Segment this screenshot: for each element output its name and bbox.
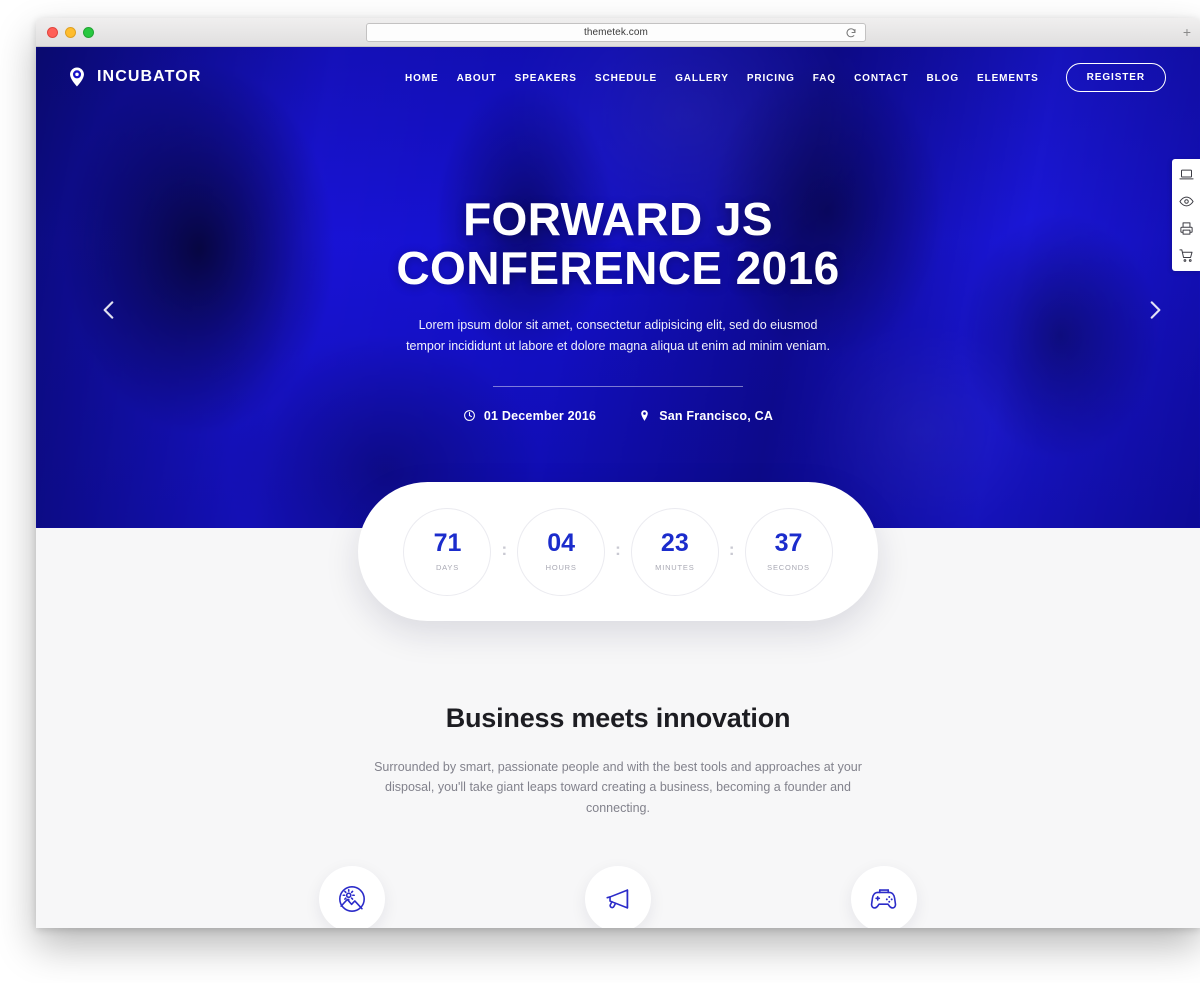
countdown-days-label: DAYS [435,563,460,572]
event-date-text: 01 December 2016 [483,408,597,423]
nav-item-faq[interactable]: FAQ [804,68,845,86]
countdown-timer: 71 DAYS : 04 HOURS : 23 MINUTES : 37 SEC… [358,482,878,621]
feature-icon-circle [851,865,917,928]
event-location: San Francisco, CA [638,409,773,423]
nav-link-home[interactable]: HOME [396,73,448,84]
countdown-minutes-value: 23 [660,529,689,557]
chevron-left-icon[interactable] [96,297,122,323]
nav-link-elements[interactable]: ELEMENTS [968,73,1048,84]
location-pin-logo-icon [70,67,84,87]
countdown-hours-value: 04 [547,529,576,557]
browser-window: themetek.com + INCUBATOR HOME ABOUT SPEA… [36,18,1200,928]
new-tab-button[interactable]: + [1180,25,1194,40]
countdown-separator: : [615,539,621,559]
nav-item-schedule[interactable]: SCHEDULE [586,68,666,86]
hero-divider [493,385,743,387]
feature-icon-circle [585,865,651,928]
countdown-separator: : [728,539,735,559]
countdown-hours-label: HOURS [545,563,577,572]
browser-chrome: themetek.com + [36,18,1200,47]
countdown-unit-minutes: 23 MINUTES [630,507,719,596]
nav-item-pricing[interactable]: PRICING [738,68,804,86]
map-pin-icon [641,410,649,422]
countdown-minutes-label: MINUTES [655,563,695,572]
side-toolbar [1172,159,1200,271]
nav-link-blog[interactable]: BLOG [918,73,969,84]
nav-link-gallery[interactable]: GALLERY [666,73,738,84]
nav-item-about[interactable]: ABOUT [448,68,506,86]
feature-icon-circle [319,865,385,928]
megaphone-icon [606,889,629,909]
minimize-window-button[interactable] [65,27,76,38]
hero-title-line-2: CONFERENCE 2016 [396,242,840,295]
nav-item-speakers[interactable]: SPEAKERS [506,68,586,86]
chevron-right-icon[interactable] [1142,297,1168,323]
countdown-unit-days: 71 DAYS [403,507,492,596]
maximize-window-button[interactable] [83,27,94,38]
hero-title: FORWARD JS CONFERENCE 2016 [36,193,1200,295]
feature-best-location[interactable]: Best location [219,865,485,928]
nav-link-speakers[interactable]: SPEAKERS [506,73,586,84]
clock-icon [463,410,475,422]
landscape-sun-icon [339,885,365,912]
eye-icon[interactable] [1178,194,1194,209]
countdown-unit-seconds: 37 SECONDS [744,507,833,596]
hero-section: INCUBATOR HOME ABOUT SPEAKERS SCHEDULE G… [36,47,1200,528]
printer-icon[interactable] [1179,221,1194,236]
countdown-separator: : [501,539,508,559]
countdown-unit-hours: 04 HOURS [517,507,606,596]
intro-title: Business meets innovation [445,703,791,733]
register-button[interactable]: REGISTER [1065,62,1166,92]
event-date: 01 December 2016 [463,409,596,423]
nav-link-contact[interactable]: CONTACT [845,73,917,84]
nav-item-contact[interactable]: CONTACT [845,68,917,86]
address-bar[interactable]: themetek.com [366,23,866,42]
nav-menu: HOME ABOUT SPEAKERS SCHEDULE GALLERY PRI… [396,62,1166,92]
hero-subtitle: Lorem ipsum dolor sit amet, consectetur … [403,315,833,356]
nav-link-schedule[interactable]: SCHEDULE [586,73,666,84]
nav-link-about[interactable]: ABOUT [448,73,506,84]
nav-link-faq[interactable]: FAQ [804,73,845,84]
address-url-text: themetek.com [583,27,648,38]
nav-link-pricing[interactable]: PRICING [738,73,804,84]
feature-latest-trends[interactable]: Latest trends [485,865,751,928]
cart-icon[interactable] [1178,248,1194,263]
reload-icon[interactable] [845,27,857,39]
page-viewport: INCUBATOR HOME ABOUT SPEAKERS SCHEDULE G… [36,47,1200,928]
nav-item-register[interactable]: REGISTER [1048,62,1166,92]
hero-title-line-1: FORWARD JS [463,193,773,245]
nav-item-home[interactable]: HOME [396,68,448,86]
intro-text: Surrounded by smart, passionate people a… [358,757,878,818]
countdown-seconds-value: 37 [774,529,803,557]
site-navigation: INCUBATOR HOME ABOUT SPEAKERS SCHEDULE G… [36,47,1200,107]
hero-subtitle-line-2: incididunt ut labore et dolore magna ali… [448,338,830,353]
hero-meta-row: 01 December 2016 San Francisco, CA [36,409,1200,423]
countdown-days-value: 71 [433,529,462,557]
brand-logo-link[interactable]: INCUBATOR [66,66,201,88]
intro-text-line-2: take giant leaps toward creating a busin… [469,780,851,815]
close-window-button[interactable] [47,27,58,38]
window-controls [47,27,94,38]
features-row: Best location Latest trends [36,865,1200,928]
gamepad-icon [870,889,897,909]
feature-good-time[interactable]: Good time [751,865,1017,928]
nav-item-gallery[interactable]: GALLERY [666,68,738,86]
nav-item-elements[interactable]: ELEMENTS [968,68,1048,86]
nav-item-blog[interactable]: BLOG [918,68,969,86]
laptop-icon[interactable] [1178,167,1194,182]
countdown-seconds-label: SECONDS [767,563,810,572]
brand-name-text: INCUBATOR [97,68,202,85]
event-location-text: San Francisco, CA [659,408,774,423]
